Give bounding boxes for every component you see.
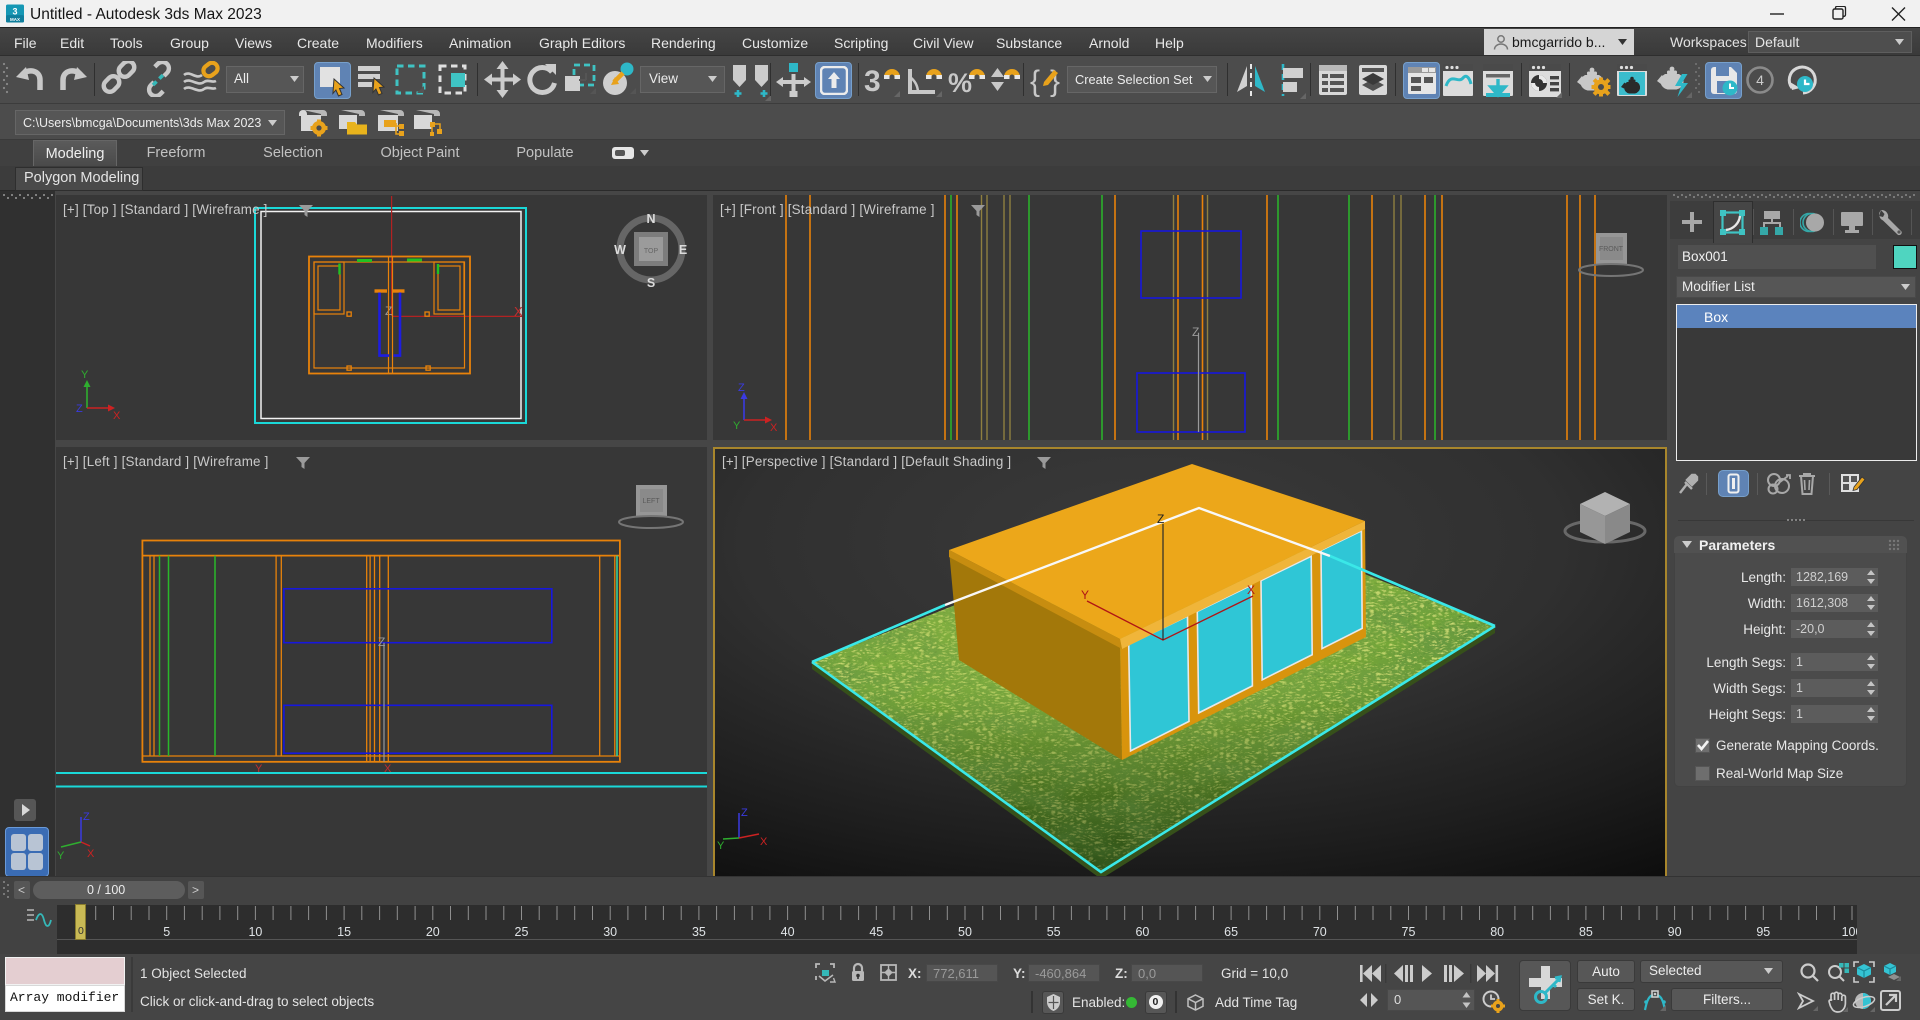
svg-text:Z: Z xyxy=(741,807,748,819)
svg-text:Y: Y xyxy=(1081,588,1089,602)
svg-text:TOP: TOP xyxy=(644,248,659,255)
svg-text:MAX: MAX xyxy=(10,17,20,22)
svg-text:Y: Y xyxy=(57,850,65,862)
svg-text:65: 65 xyxy=(1224,925,1238,939)
svg-text:95: 95 xyxy=(1756,925,1770,939)
svg-text:90: 90 xyxy=(1668,925,1682,939)
svg-text:Y: Y xyxy=(81,369,89,381)
svg-text:Z: Z xyxy=(738,382,745,394)
svg-text:4: 4 xyxy=(1756,72,1764,88)
svg-text:10: 10 xyxy=(248,925,262,939)
svg-text:X: X xyxy=(760,836,768,848)
svg-text:20: 20 xyxy=(426,925,440,939)
svg-text:80: 80 xyxy=(1490,925,1504,939)
svg-text:W: W xyxy=(614,243,626,257)
svg-text:85: 85 xyxy=(1579,925,1593,939)
svg-text:Z: Z xyxy=(1157,512,1164,526)
svg-text:Y: Y xyxy=(717,840,725,852)
svg-text:55: 55 xyxy=(1047,925,1061,939)
svg-text:%: % xyxy=(948,68,972,98)
svg-text:Z: Z xyxy=(1192,325,1199,339)
svg-text:X: X xyxy=(514,304,523,319)
svg-text:45: 45 xyxy=(869,925,883,939)
svg-text:E: E xyxy=(679,243,687,257)
svg-text:S: S xyxy=(647,276,655,290)
svg-text:5: 5 xyxy=(163,925,170,939)
svg-text:15: 15 xyxy=(337,925,351,939)
svg-text:30: 30 xyxy=(603,925,617,939)
svg-text:X: X xyxy=(87,848,95,860)
svg-text:75: 75 xyxy=(1402,925,1416,939)
svg-text:X: X xyxy=(113,410,121,422)
svg-text:FRONT: FRONT xyxy=(1599,246,1624,253)
svg-text:X: X xyxy=(770,422,778,434)
svg-text:X: X xyxy=(384,763,392,775)
svg-text:60: 60 xyxy=(1135,925,1149,939)
svg-text:Y: Y xyxy=(255,763,263,775)
svg-text:Z: Z xyxy=(83,811,90,823)
svg-text:70: 70 xyxy=(1313,925,1327,939)
svg-text:Z: Z xyxy=(378,635,385,649)
svg-text:Z: Z xyxy=(76,403,83,415)
svg-text:X: X xyxy=(1247,583,1255,597)
svg-text:}: } xyxy=(1050,65,1060,98)
svg-text:{: { xyxy=(1030,65,1040,98)
svg-text:3: 3 xyxy=(864,65,881,98)
svg-text:40: 40 xyxy=(781,925,795,939)
svg-text:LEFT: LEFT xyxy=(642,498,660,505)
svg-text:25: 25 xyxy=(515,925,529,939)
svg-text:3: 3 xyxy=(12,6,17,16)
svg-text:N: N xyxy=(646,212,655,226)
svg-text:100: 100 xyxy=(1842,925,1857,939)
svg-text:Y: Y xyxy=(733,420,741,432)
svg-text:35: 35 xyxy=(692,925,706,939)
svg-text:50: 50 xyxy=(958,925,972,939)
